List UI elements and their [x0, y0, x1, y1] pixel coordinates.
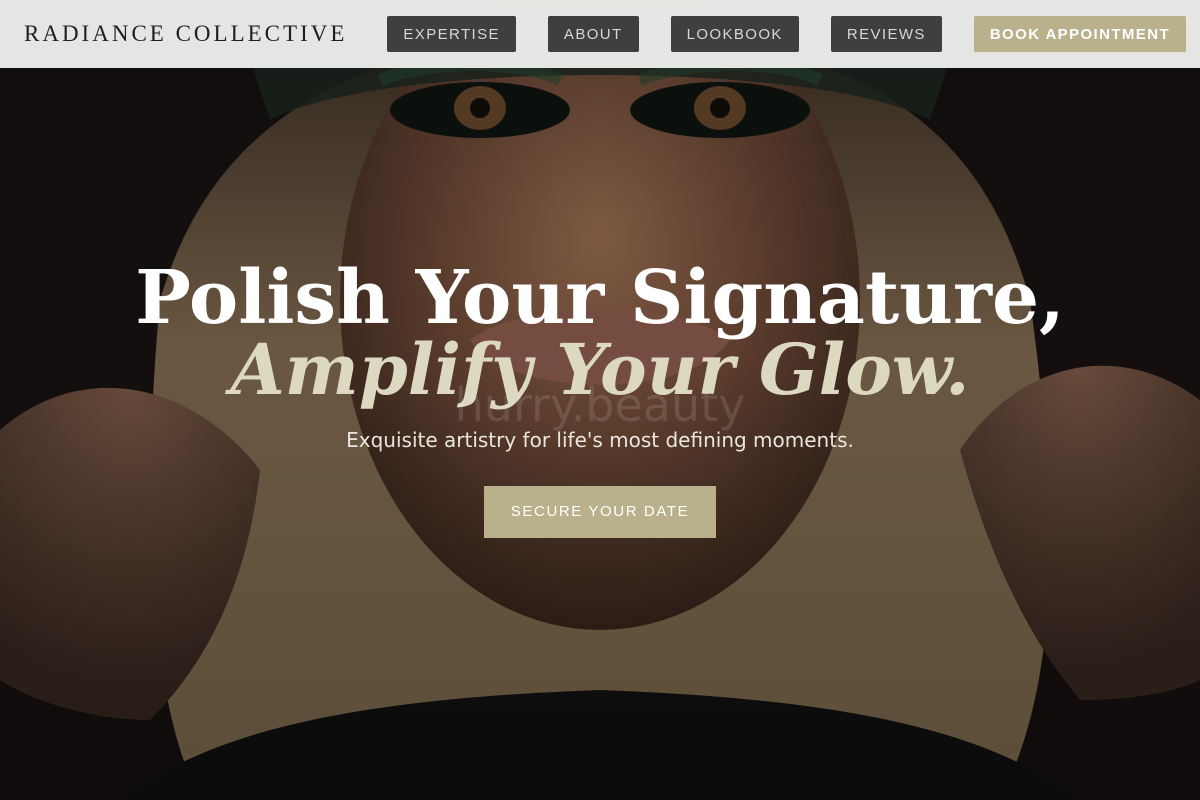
book-appointment-button[interactable]: BOOK APPOINTMENT: [973, 16, 1187, 52]
site-header: RADIANCE COLLECTIVE EXPERTISE ABOUT LOOK…: [0, 0, 1200, 68]
nav-about-button[interactable]: ABOUT: [547, 16, 639, 52]
brand-logo[interactable]: RADIANCE COLLECTIVE: [24, 21, 347, 47]
nav-lookbook-button[interactable]: LOOKBOOK: [670, 16, 799, 52]
page: RADIANCE COLLECTIVE EXPERTISE ABOUT LOOK…: [0, 0, 1200, 800]
hero-tagline: Exquisite artistry for life's most defin…: [346, 428, 854, 452]
secure-your-date-button[interactable]: SECURE YOUR DATE: [484, 486, 716, 538]
nav-expertise-button[interactable]: EXPERTISE: [387, 16, 516, 52]
nav-reviews-button[interactable]: REVIEWS: [830, 16, 942, 52]
main-nav: EXPERTISE ABOUT LOOKBOOK REVIEWS BOOK AP…: [387, 16, 1187, 52]
hero-headline-line2: Amplify Your Glow.: [230, 328, 970, 411]
hero-content: hurry.beauty Polish Your Signature, Ampl…: [0, 258, 1200, 538]
hero-headline-line1: Polish Your Signature,: [135, 255, 1065, 341]
